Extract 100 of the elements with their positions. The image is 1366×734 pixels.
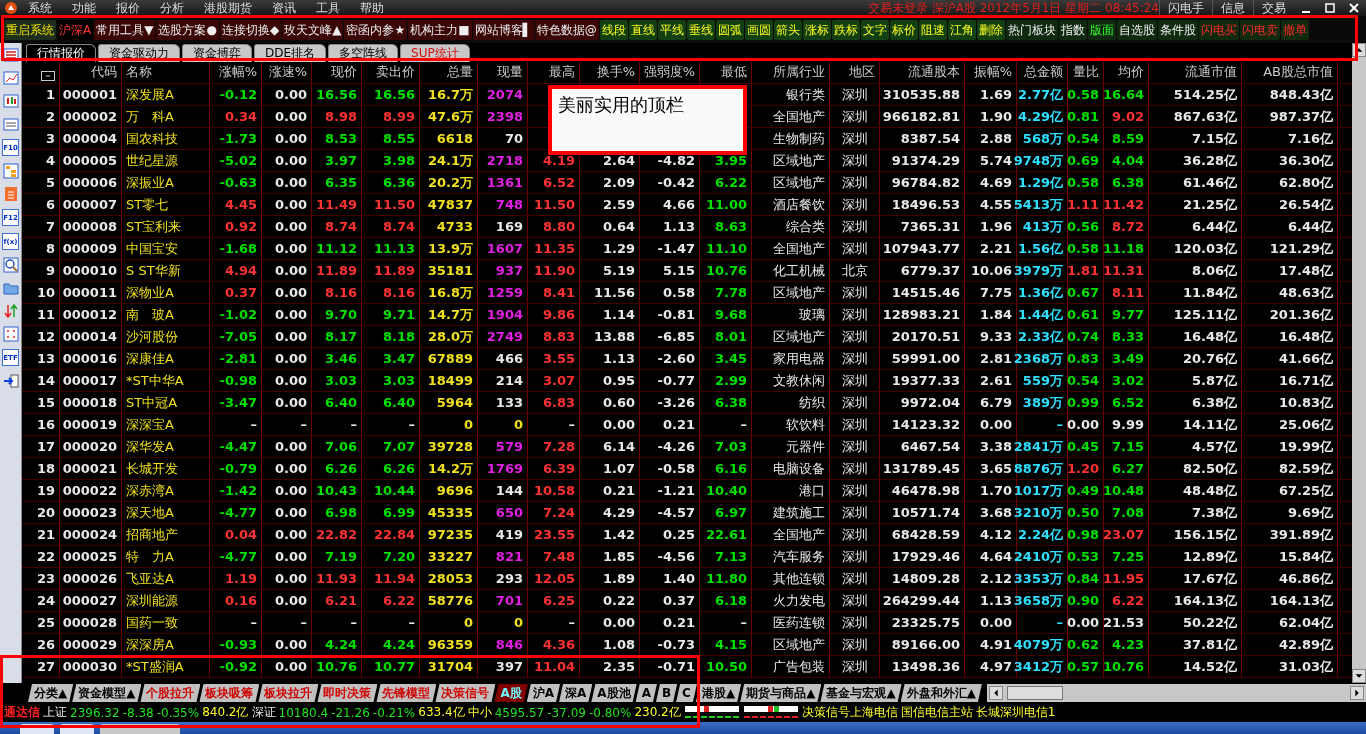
column-header[interactable]: 流通市值: [1149, 62, 1242, 83]
column-header[interactable]: 流通股本: [880, 62, 965, 83]
toolbar-button[interactable]: 圆弧: [715, 19, 744, 40]
crosshair-icon[interactable]: [2, 326, 19, 342]
menu-item[interactable]: 分析: [150, 0, 194, 16]
menu-button[interactable]: 信息: [1212, 0, 1253, 17]
toolbar-button[interactable]: 线段: [599, 19, 628, 40]
column-header[interactable]: 均价: [1104, 62, 1149, 83]
stock-name: 深振业A: [122, 172, 210, 193]
toolbar-button[interactable]: 阻速: [918, 19, 947, 40]
toolbar-button[interactable]: 选股方案●: [156, 19, 219, 40]
menu-item[interactable]: 工具: [306, 0, 350, 16]
amplitude: 2.61: [965, 370, 1017, 391]
taskbar-button[interactable]: [60, 724, 94, 734]
volume-ratio: 0.98: [1068, 524, 1104, 545]
toolbar-button[interactable]: 标价: [889, 19, 918, 40]
sheet-tab[interactable]: 基金与宏观▲: [820, 684, 902, 702]
total-market-cap: 848.43亿: [1242, 84, 1338, 105]
toolbar-button[interactable]: 重启系统: [4, 19, 56, 40]
column-header[interactable]: 总金额: [1017, 62, 1068, 83]
toolbar-button[interactable]: 撤单: [1280, 19, 1309, 40]
scrollbar-thumb[interactable]: [1006, 686, 1063, 700]
toolbar-button[interactable]: 指数: [1058, 19, 1087, 40]
toolbar-button[interactable]: 特色数据@: [534, 19, 599, 40]
toolbar-button[interactable]: 文字: [860, 19, 889, 40]
sheet-tab[interactable]: A: [635, 684, 657, 702]
column-header[interactable]: 强弱度%: [640, 62, 700, 83]
up-down-arrows-icon[interactable]: [2, 303, 19, 319]
index-quote: 10180.4: [278, 705, 329, 720]
column-header[interactable]: 总量: [420, 62, 478, 83]
scroll-down-icon[interactable]: [1352, 669, 1366, 683]
toolbar-button[interactable]: 删除: [976, 19, 1005, 40]
column-header[interactable]: 现价: [312, 62, 362, 83]
scroll-right-icon[interactable]: [1350, 686, 1364, 700]
toolbar-button[interactable]: 箭头: [773, 19, 802, 40]
line-chart-icon[interactable]: [2, 70, 19, 86]
menu-item[interactable]: 港股期货: [194, 0, 262, 16]
toolbar-button[interactable]: 涨标: [802, 19, 831, 40]
toolbar-button[interactable]: 沪深A: [57, 19, 94, 40]
export-icon[interactable]: [2, 373, 19, 389]
toolbar-button[interactable]: 直线: [628, 19, 657, 40]
toolbar-button[interactable]: 江角: [947, 19, 976, 40]
taskbar-button[interactable]: [20, 724, 54, 734]
toolbar-button[interactable]: 条件股: [1157, 19, 1198, 40]
column-header[interactable]: 现量: [478, 62, 528, 83]
column-header[interactable]: 涨幅%: [210, 62, 262, 83]
menu-item[interactable]: 帮助: [350, 0, 394, 16]
toolbar-button[interactable]: 跌标: [831, 19, 860, 40]
sheet-tab[interactable]: 期货与商品▲: [740, 684, 822, 702]
column-header[interactable]: 最高: [528, 62, 580, 83]
menu-item[interactable]: 资讯: [262, 0, 306, 16]
toolbar-button[interactable]: 闪电卖: [1239, 19, 1280, 40]
toolbar-button[interactable]: 自选股: [1116, 19, 1157, 40]
column-header[interactable]: AB股总市值: [1242, 62, 1338, 83]
toolbar-button[interactable]: 常用工具▼: [94, 19, 156, 40]
sheet-tab[interactable]: A股: [494, 684, 528, 702]
column-menu-icon[interactable]: [41, 71, 55, 81]
toolbar-button[interactable]: 画圆: [744, 19, 773, 40]
column-header[interactable]: 最低: [700, 62, 752, 83]
window-icon[interactable]: [2, 116, 19, 132]
column-header[interactable]: 代码: [60, 62, 122, 83]
toolbar-button[interactable]: 版面: [1087, 19, 1116, 40]
sheet-tab[interactable]: B: [655, 684, 678, 702]
search-icon[interactable]: [2, 257, 19, 273]
toolbar-button[interactable]: 连接切换◆: [219, 19, 282, 40]
sheet-tab[interactable]: 外盘和外汇▲: [900, 684, 982, 702]
column-header[interactable]: 地区: [830, 62, 880, 83]
sheet-tab[interactable]: 资金模型▲: [72, 684, 142, 702]
candlestick-icon[interactable]: [2, 93, 19, 109]
toolbar-button[interactable]: 闪电买: [1198, 19, 1239, 40]
clipboard-icon[interactable]: [2, 186, 19, 202]
menu-button[interactable]: 交易: [1253, 0, 1294, 17]
taskbar-button[interactable]: [100, 724, 180, 734]
folder-icon[interactable]: [2, 280, 19, 296]
sheet-tab[interactable]: A股池: [591, 684, 637, 702]
column-header[interactable]: 涨速%: [262, 62, 312, 83]
menu-button[interactable]: 闪电手: [1159, 0, 1212, 17]
toolbar-button[interactable]: 垂线: [686, 19, 715, 40]
menu-item[interactable]: 报价: [106, 0, 150, 16]
sheet-tab[interactable]: 深A: [559, 684, 593, 702]
menu-item[interactable]: 功能: [62, 0, 106, 16]
menu-item[interactable]: 系统: [18, 0, 62, 16]
column-header[interactable]: 量比: [1068, 62, 1104, 83]
column-header[interactable]: 卖出价: [362, 62, 420, 83]
toolbar-button[interactable]: 网站博客▌: [472, 19, 534, 40]
sheet-tab[interactable]: 分类▲: [28, 684, 74, 702]
toolbar-button[interactable]: 机构主力■: [408, 19, 472, 40]
column-header[interactable]: 名称: [122, 62, 210, 83]
price: 10.76: [312, 656, 362, 677]
sheet-tab[interactable]: 沪A: [526, 684, 561, 702]
column-header[interactable]: 所属行业: [752, 62, 830, 83]
toolbar-button[interactable]: 密函内参★: [344, 19, 408, 40]
sheet-tab[interactable]: C: [676, 684, 697, 702]
toolbar-button[interactable]: 平线: [657, 19, 686, 40]
toolbar-button[interactable]: 玫天文峰▲: [282, 19, 344, 40]
column-header[interactable]: 振幅%: [965, 62, 1017, 83]
tree-icon[interactable]: [2, 163, 19, 179]
column-header[interactable]: 换手%: [580, 62, 640, 83]
toolbar-button[interactable]: 热门板块: [1005, 19, 1058, 40]
scroll-left-icon[interactable]: [988, 686, 1003, 700]
